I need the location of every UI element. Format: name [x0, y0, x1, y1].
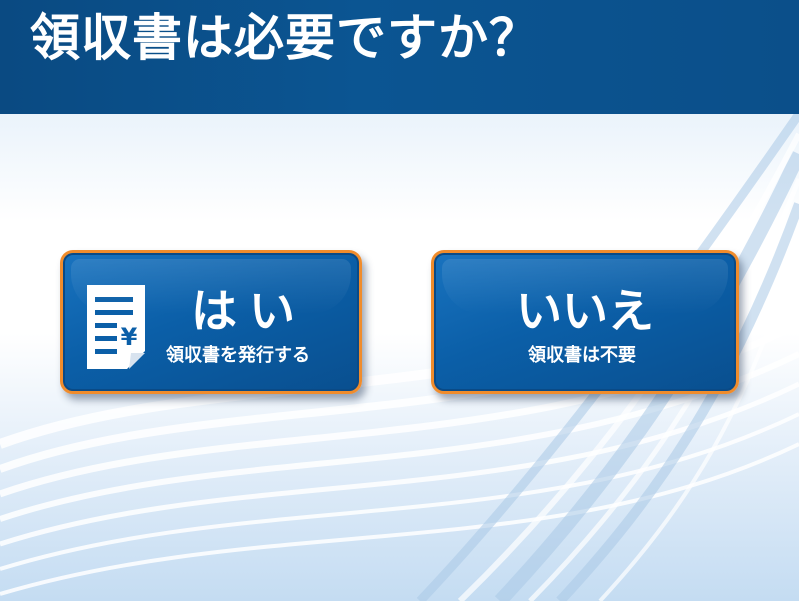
no-button[interactable]: いいえ 領収書は不要 — [431, 250, 739, 394]
no-label: いいえ — [516, 284, 654, 338]
header-bar: 領収書は必要ですか？ — [0, 0, 799, 114]
yes-button[interactable]: ¥ はい 領収書を発行する — [60, 250, 362, 394]
yes-label: はい — [191, 284, 307, 338]
page-title: 領収書は必要ですか？ — [30, 9, 540, 67]
receipt-document-icon: ¥ — [87, 285, 145, 369]
yes-sublabel: 領収書を発行する — [166, 345, 310, 366]
no-sublabel: 領収書は不要 — [528, 345, 636, 366]
svg-text:¥: ¥ — [121, 323, 138, 351]
